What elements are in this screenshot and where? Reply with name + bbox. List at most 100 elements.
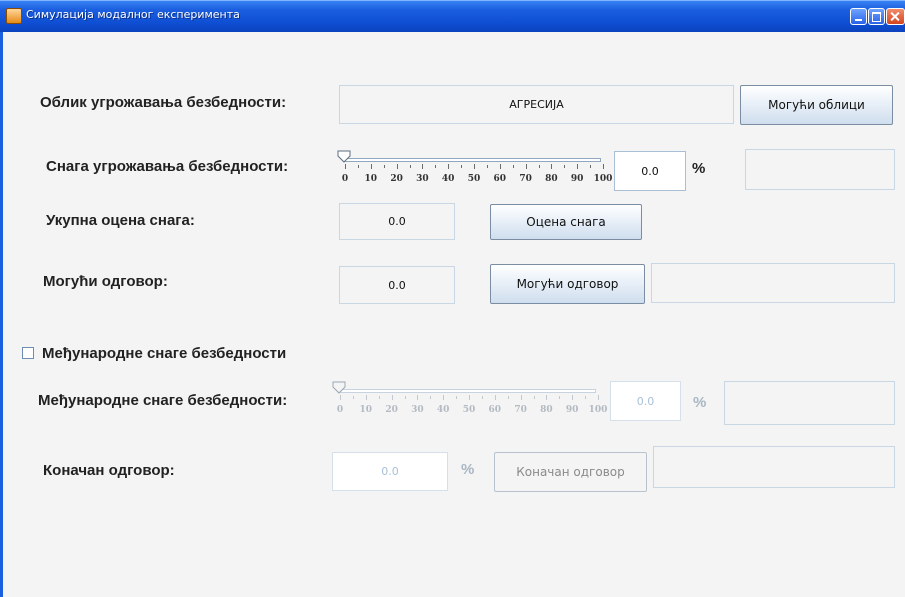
- final-response-label: Коначан одговор:: [43, 462, 175, 479]
- international-strength-label: Међународне снаге безбедности:: [38, 392, 288, 409]
- slider-minor-tick: [404, 396, 406, 399]
- slider-tick-label: 30: [411, 405, 424, 415]
- slider-tick-label: 50: [467, 174, 481, 184]
- maximize-button[interactable]: [868, 8, 885, 25]
- slider-thumb[interactable]: [332, 381, 346, 395]
- title-bar[interactable]: Симулација модалног експеримента: [0, 0, 905, 32]
- slider-minor-tick: [357, 165, 359, 168]
- international-strength-slider[interactable]: 0 10 20 30 40 50 60 70 80 90 100: [332, 381, 607, 421]
- slider-track[interactable]: [343, 158, 601, 162]
- slider-major-tick: [598, 395, 599, 400]
- slider-tick-label: 90: [565, 405, 579, 415]
- slider-minor-tick: [538, 165, 540, 168]
- international-strength-value[interactable]: 0.0: [610, 381, 681, 421]
- slider-tick-label: 70: [519, 174, 532, 184]
- slider-major-tick: [525, 164, 527, 169]
- slider-major-tick: [474, 164, 475, 169]
- slider-major-tick: [572, 395, 574, 400]
- slider-minor-tick: [559, 396, 561, 399]
- slider-minor-tick: [456, 396, 458, 399]
- slider-tick-label: 80: [545, 174, 558, 184]
- threat-strength-unit: %: [692, 160, 706, 177]
- minimize-icon: [855, 19, 862, 21]
- slider-major-tick: [422, 164, 424, 169]
- slider-track[interactable]: [338, 389, 596, 393]
- slider-minor-tick: [512, 165, 514, 168]
- slider-minor-tick: [430, 396, 432, 399]
- slider-tick-label: 70: [514, 405, 527, 415]
- slider-major-tick: [499, 164, 501, 169]
- final-response-extra-field: [653, 446, 895, 488]
- close-button[interactable]: [886, 8, 905, 25]
- slider-thumb[interactable]: [337, 150, 351, 164]
- total-assessment-label: Укупна оцена снага:: [46, 212, 195, 229]
- slider-minor-tick: [409, 165, 411, 168]
- slider-tick-label: 100: [588, 405, 608, 415]
- slider-minor-tick: [378, 396, 380, 399]
- possible-response-button[interactable]: Могући одговор: [490, 264, 645, 304]
- slider-tick-label: 40: [436, 405, 450, 415]
- slider-tick-label: 10: [364, 174, 378, 184]
- international-strength-unit: %: [693, 394, 707, 411]
- slider-major-tick: [603, 164, 604, 169]
- slider-minor-tick: [564, 165, 566, 168]
- slider-tick-label: 60: [488, 405, 502, 415]
- final-response-value: 0.0: [332, 452, 448, 491]
- slider-minor-tick: [435, 165, 437, 168]
- slider-major-tick: [417, 395, 419, 400]
- international-forces-checkbox-label[interactable]: Међународне снаге безбедности: [42, 345, 286, 362]
- slider-minor-tick: [585, 396, 587, 399]
- java-app-icon: [6, 8, 22, 24]
- slider-major-tick: [577, 164, 579, 169]
- threat-strength-extra-field: [745, 149, 895, 190]
- slider-major-tick: [520, 395, 522, 400]
- possible-response-label: Могући одговор:: [43, 273, 168, 290]
- slider-tick-label: 20: [390, 174, 403, 184]
- slider-tick-label: 30: [416, 174, 429, 184]
- slider-major-tick: [340, 395, 341, 400]
- slider-minor-tick: [352, 396, 354, 399]
- slider-minor-tick: [507, 396, 509, 399]
- possible-forms-button[interactable]: Могући облици: [740, 85, 893, 125]
- slider-major-tick: [345, 164, 346, 169]
- final-response-button[interactable]: Коначан одговор: [494, 452, 647, 492]
- slider-major-tick: [370, 164, 372, 169]
- slider-major-tick: [391, 395, 393, 400]
- threat-form-field: АГРЕСИЈА: [339, 85, 734, 124]
- slider-major-tick: [365, 395, 367, 400]
- possible-response-extra-field: [651, 263, 895, 303]
- slider-tick-label: 80: [540, 405, 553, 415]
- maximize-icon: [872, 12, 881, 22]
- slider-tick-label: 90: [570, 174, 584, 184]
- slider-tick-label: 50: [462, 405, 476, 415]
- slider-minor-tick: [461, 165, 463, 168]
- slider-minor-tick: [590, 165, 592, 168]
- threat-strength-slider[interactable]: 0 10 20 30 40 50 60 70 80 90 100: [337, 150, 612, 190]
- final-response-unit: %: [461, 461, 475, 478]
- slider-major-tick: [469, 395, 470, 400]
- app-window: Симулација модалног експеримента Облик у…: [0, 0, 905, 597]
- slider-tick-label: 40: [441, 174, 455, 184]
- slider-tick-label: 0: [336, 405, 344, 415]
- slider-minor-tick: [481, 396, 483, 399]
- slider-major-tick: [396, 164, 398, 169]
- international-strength-extra-field: [724, 381, 895, 425]
- international-forces-checkbox[interactable]: [22, 347, 34, 359]
- slider-tick-label: 0: [341, 174, 349, 184]
- slider-major-tick: [546, 395, 548, 400]
- window-border: [0, 32, 3, 597]
- window-title: Симулација модалног експеримента: [26, 8, 240, 21]
- slider-major-tick: [494, 395, 496, 400]
- threat-strength-value[interactable]: 0.0: [614, 151, 686, 191]
- slider-major-tick: [443, 395, 445, 400]
- slider-tick-label: 20: [385, 405, 398, 415]
- assess-strength-button[interactable]: Оцена снага: [490, 204, 642, 240]
- slider-minor-tick: [383, 165, 385, 168]
- slider-minor-tick: [486, 165, 488, 168]
- threat-strength-label: Снага угрожавања безбедности:: [46, 158, 289, 175]
- slider-tick-label: 100: [593, 174, 613, 184]
- minimize-button[interactable]: [850, 8, 867, 25]
- slider-major-tick: [448, 164, 450, 169]
- slider-minor-tick: [533, 396, 535, 399]
- slider-tick-label: 10: [359, 405, 373, 415]
